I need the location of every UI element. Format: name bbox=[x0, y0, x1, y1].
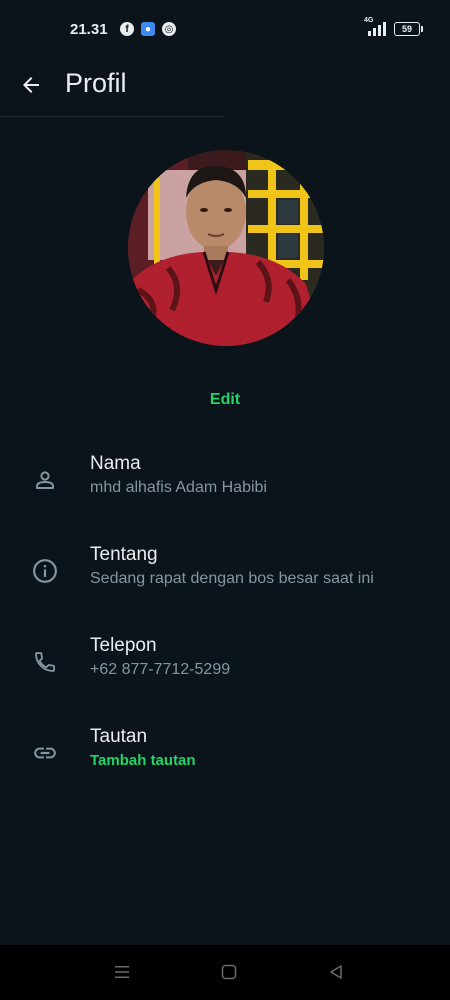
phone-icon bbox=[30, 647, 60, 677]
status-time: 21.31 bbox=[70, 21, 108, 38]
row-links[interactable]: Tautan Tambah tautan bbox=[0, 726, 450, 806]
page-title: Profil bbox=[65, 68, 127, 98]
facebook-icon: f bbox=[120, 22, 134, 36]
row-phone-title: Telepon bbox=[90, 635, 157, 656]
profile-photo[interactable] bbox=[128, 150, 324, 346]
back-button[interactable] bbox=[14, 68, 48, 102]
row-links-title: Tautan bbox=[90, 726, 148, 747]
signal-icon: 4G bbox=[364, 17, 386, 36]
back-triangle-icon[interactable] bbox=[324, 960, 348, 984]
battery-icon: 59 bbox=[394, 22, 423, 36]
edit-photo-link[interactable]: Edit bbox=[0, 391, 450, 409]
chrome-icon: ◎ bbox=[162, 22, 176, 36]
info-icon bbox=[30, 556, 60, 586]
menu-icon[interactable] bbox=[110, 960, 134, 984]
header-divider bbox=[0, 116, 225, 117]
person-icon bbox=[30, 465, 60, 495]
network-type: 4G bbox=[364, 17, 374, 24]
profile-photo-image bbox=[128, 150, 324, 346]
add-link-button[interactable]: Tambah tautan bbox=[90, 752, 196, 769]
row-name[interactable]: Nama mhd alhafis Adam Habibi bbox=[0, 453, 450, 533]
row-about[interactable]: Tentang Sedang rapat dengan bos besar sa… bbox=[0, 544, 450, 624]
arrow-left-icon bbox=[23, 77, 39, 93]
row-about-value: Sedang rapat dengan bos besar saat ini bbox=[90, 570, 374, 587]
app-header: Profil bbox=[0, 60, 450, 116]
row-name-title: Nama bbox=[90, 453, 141, 474]
row-phone[interactable]: Telepon +62 877-7712-5299 bbox=[0, 635, 450, 715]
home-icon[interactable] bbox=[217, 960, 241, 984]
status-bar: 21.31 f ● ◎ 4G 59 bbox=[0, 0, 450, 60]
app-icon: ● bbox=[141, 22, 155, 36]
notification-icons: f ● ◎ bbox=[120, 22, 176, 36]
battery-level: 59 bbox=[401, 24, 412, 34]
system-nav-bar bbox=[0, 945, 450, 1000]
row-name-value: mhd alhafis Adam Habibi bbox=[90, 479, 267, 496]
row-about-title: Tentang bbox=[90, 544, 158, 565]
system-icons: 4G 59 bbox=[364, 17, 423, 36]
link-icon bbox=[30, 738, 60, 768]
row-phone-value: +62 877-7712-5299 bbox=[90, 661, 231, 678]
